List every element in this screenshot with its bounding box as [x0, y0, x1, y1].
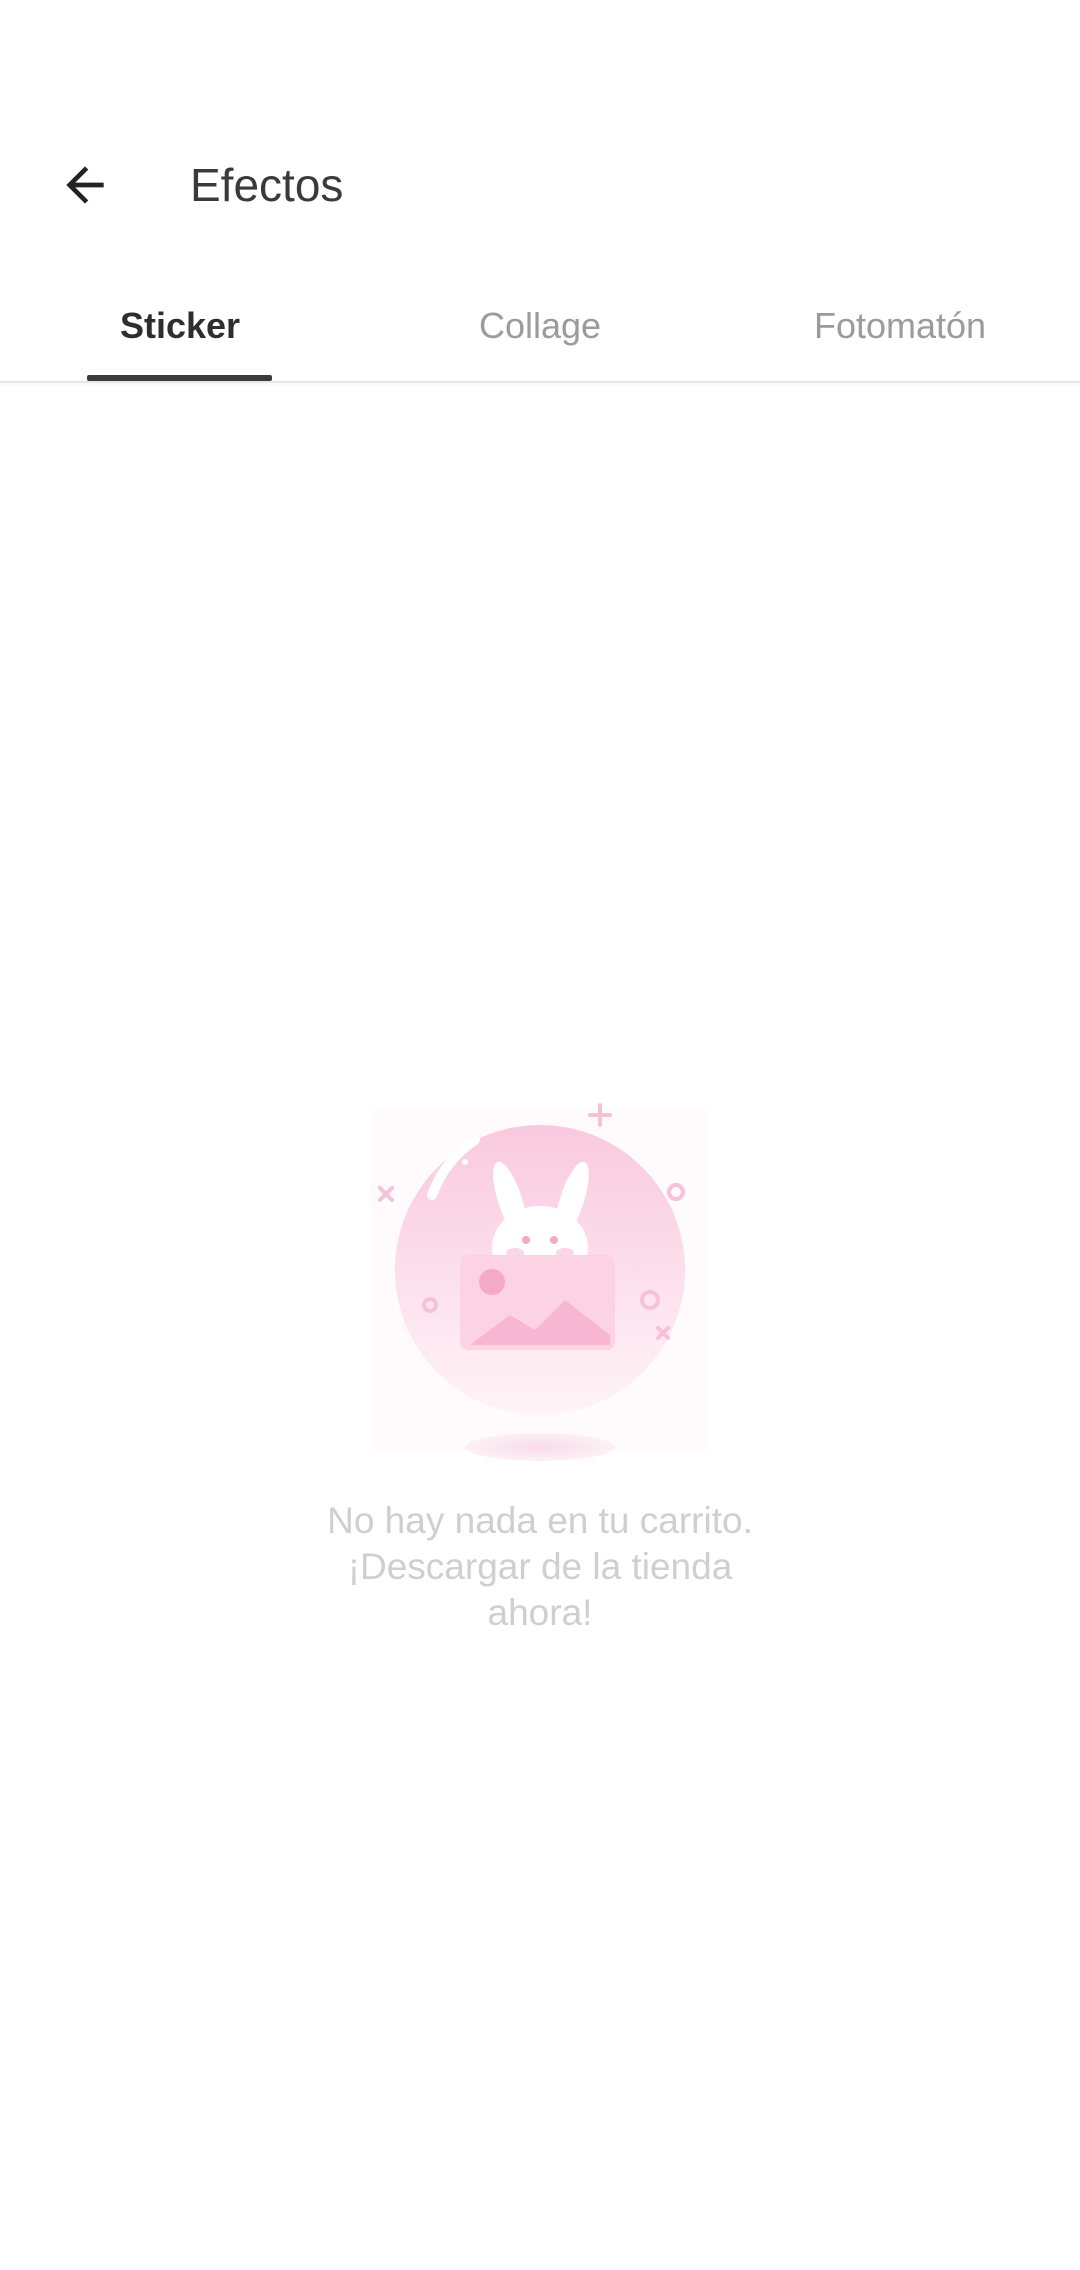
tab-collage[interactable]: Collage	[360, 270, 720, 382]
tab-fotomaton[interactable]: Fotomatón	[720, 270, 1080, 382]
tab-divider	[0, 381, 1080, 383]
tab-sticker[interactable]: Sticker	[0, 270, 360, 382]
back-button[interactable]	[40, 140, 130, 230]
empty-message: No hay nada en tu carrito. ¡Descargar de…	[327, 1500, 753, 1633]
tab-bar: Sticker Collage Fotomatón	[0, 270, 1080, 382]
bunny-image-bubble-icon	[370, 1103, 710, 1461]
page-title: Efectos	[190, 159, 344, 211]
arrow-left-icon	[66, 166, 104, 204]
toolbar: Efectos	[0, 0, 1080, 260]
